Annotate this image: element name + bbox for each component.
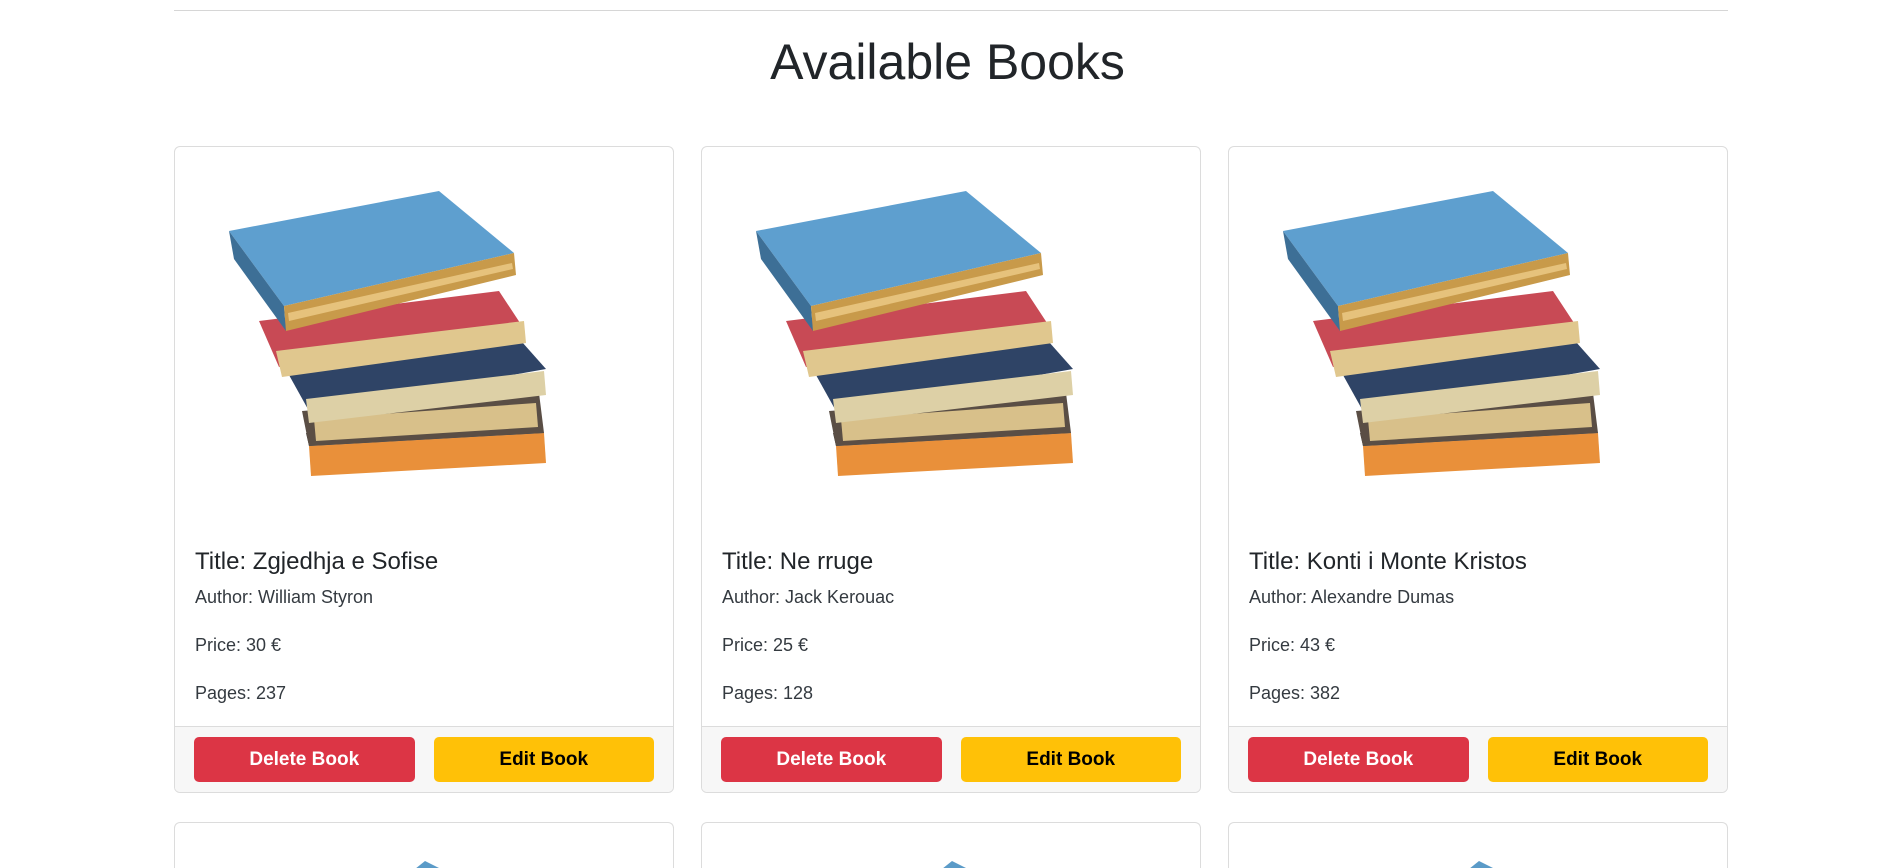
book-stack-icon <box>229 191 546 476</box>
book-stack-icon <box>1470 861 1493 868</box>
book-card: Title: Ne rruge Author: Jack Kerouac Pri… <box>701 146 1201 793</box>
edit-book-button[interactable]: Edit Book <box>1487 737 1708 782</box>
page-title: Available Books <box>770 34 1125 90</box>
card-footer: Delete Book Edit Book <box>1229 726 1727 792</box>
book-title: Title: Ne rruge <box>722 548 874 575</box>
book-stack-icon <box>1283 191 1600 476</box>
book-card-partial <box>1228 822 1728 868</box>
card-footer: Delete Book Edit Book <box>702 726 1200 792</box>
book-price: Price: 30 € <box>195 635 282 655</box>
book-stack-icon <box>416 861 439 868</box>
delete-book-button[interactable]: Delete Book <box>194 737 415 782</box>
delete-book-button[interactable]: Delete Book <box>721 737 942 782</box>
book-pages: Pages: 128 <box>722 683 814 703</box>
edit-book-button[interactable]: Edit Book <box>433 737 654 782</box>
book-pages: Pages: 237 <box>195 683 287 703</box>
book-title: Title: Konti i Monte Kristos <box>1249 548 1527 575</box>
book-image <box>175 147 673 527</box>
book-author: Author: William Styron <box>195 587 374 607</box>
book-image <box>1229 147 1727 527</box>
book-grid: Title: Zgjedhja e Sofise Author: William… <box>174 146 1728 868</box>
book-price: Price: 25 € <box>722 635 809 655</box>
card-footer: Delete Book Edit Book <box>175 726 673 792</box>
book-author: Author: Jack Kerouac <box>722 587 895 607</box>
book-card: Title: Konti i Monte Kristos Author: Ale… <box>1228 146 1728 793</box>
book-price: Price: 43 € <box>1249 635 1336 655</box>
edit-book-button[interactable]: Edit Book <box>960 737 1181 782</box>
book-image <box>702 147 1200 527</box>
book-card-partial <box>174 822 674 868</box>
book-card: Title: Zgjedhja e Sofise Author: William… <box>174 146 674 793</box>
book-author: Author: Alexandre Dumas <box>1249 587 1455 607</box>
book-pages: Pages: 382 <box>1249 683 1341 703</box>
book-stack-icon <box>943 861 966 868</box>
book-title: Title: Zgjedhja e Sofise <box>195 548 439 575</box>
book-stack-icon <box>756 191 1073 476</box>
top-divider <box>174 10 1728 11</box>
delete-book-button[interactable]: Delete Book <box>1248 737 1469 782</box>
book-card-partial <box>701 822 1201 868</box>
